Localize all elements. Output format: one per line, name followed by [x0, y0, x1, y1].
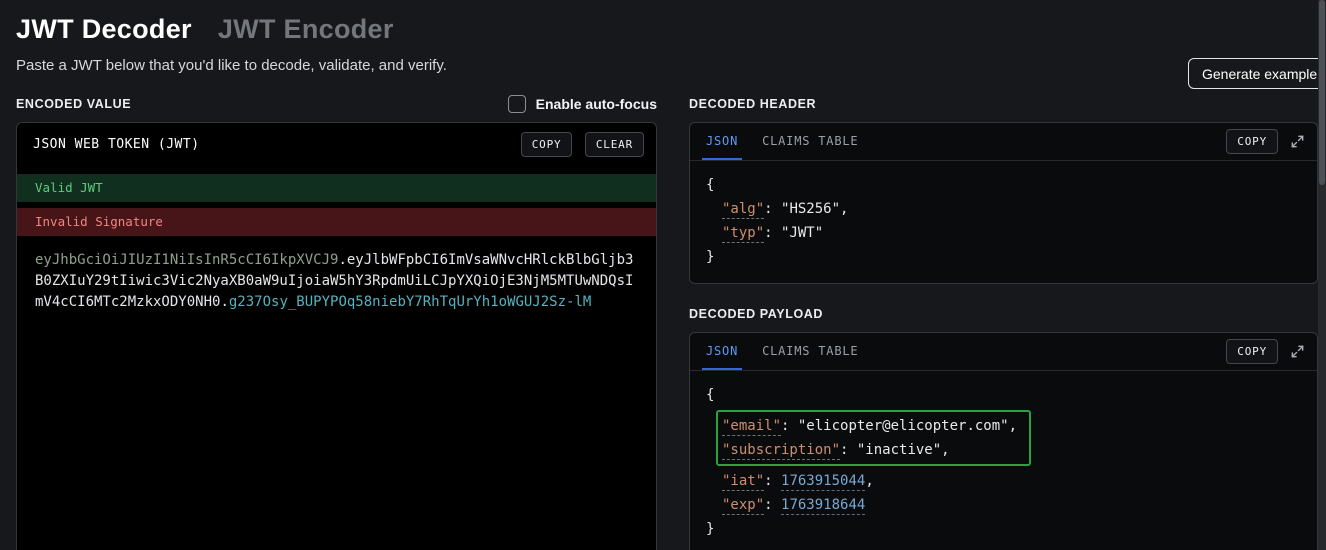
auto-focus-label: Enable auto-focus [535, 96, 657, 112]
decoded-payload-json: { "email": "elicopter@elicopter.com", "s… [690, 371, 1317, 550]
tab-jwt-encoder[interactable]: JWT Encoder [218, 14, 394, 45]
claim-key[interactable]: "subscription" [722, 442, 841, 460]
claim-key[interactable]: "alg" [722, 201, 765, 219]
encoded-value-label: ENCODED VALUE [16, 97, 132, 111]
decoded-header-json: { "alg": "HS256", "typ": "JWT" } [690, 161, 1317, 283]
timestamp-value[interactable]: 1763918644 [781, 497, 866, 515]
claim-key[interactable]: "exp" [722, 497, 765, 515]
valid-jwt-badge: Valid JWT [17, 174, 656, 202]
copy-payload-button[interactable]: COPY [1226, 339, 1278, 364]
claim-iat: "iat": 1763915044, [722, 473, 874, 491]
json-close-brace: } [706, 249, 715, 265]
highlighted-claims-box: "email": "elicopter@elicopter.com", "sub… [716, 410, 1032, 466]
decoded-payload-card: JSON CLAIMS TABLE COPY {"email": "elico… [689, 332, 1318, 550]
tab-header-claims-table[interactable]: CLAIMS TABLE [750, 123, 870, 160]
claim-value: "inactive" [856, 442, 942, 458]
generate-example-button[interactable]: Generate example [1188, 58, 1326, 89]
tab-jwt-decoder[interactable]: JWT Decoder [16, 14, 192, 45]
decoded-header-card: JSON CLAIMS TABLE COPY {"alg": "HS256",… [689, 122, 1318, 284]
claim-exp: "exp": 1763918644 [722, 497, 866, 515]
claim-value: "HS256" [781, 201, 841, 217]
json-open-brace: { [706, 177, 715, 193]
clear-token-button[interactable]: CLEAR [584, 132, 644, 157]
json-close-brace: } [706, 521, 715, 537]
decoded-header-label: DECODED HEADER [689, 97, 817, 111]
claim-value: "elicopter@elicopter.com" [797, 418, 1009, 434]
token-header-segment: eyJhbGciOiJIUzI1NiIsInR5cCI6IkpXVCJ9 [35, 252, 339, 268]
claim-key[interactable]: "email" [722, 418, 782, 436]
claim-email: "email": "elicopter@elicopter.com", [722, 418, 1018, 436]
expand-icon[interactable] [1290, 134, 1305, 149]
token-signature-segment: g237Osy_BUPYPOq58niebY7RhTqUrYh1oWGUJ2Sz… [228, 294, 592, 310]
claim-alg: "alg": "HS256", [722, 201, 849, 219]
invalid-signature-badge: Invalid Signature [17, 208, 656, 236]
scrollbar-thumb[interactable] [1319, 0, 1325, 185]
jwt-token-editor[interactable]: eyJhbGciOiJIUzI1NiIsInR5cCI6IkpXVCJ9.eyJ… [17, 236, 656, 313]
copy-header-button[interactable]: COPY [1226, 129, 1278, 154]
claim-subscription: "subscription": "inactive", [722, 442, 950, 460]
claim-key[interactable]: "typ" [722, 225, 765, 243]
tab-header-json[interactable]: JSON [694, 123, 750, 160]
copy-token-button[interactable]: COPY [520, 132, 573, 157]
tab-payload-json[interactable]: JSON [694, 333, 750, 370]
claim-value: "JWT" [781, 225, 824, 241]
token-dot: . [220, 294, 229, 310]
encoded-token-card: JSON WEB TOKEN (JWT) COPY CLEAR Valid JW… [16, 122, 657, 550]
claim-typ: "typ": "JWT" [722, 225, 824, 243]
claim-key[interactable]: "iat" [722, 473, 765, 491]
app-tabs: JWT Decoder JWT Encoder [16, 14, 1326, 45]
auto-focus-checkbox[interactable] [507, 95, 526, 113]
timestamp-value[interactable]: 1763915044 [781, 473, 866, 491]
token-card-title: JSON WEB TOKEN (JWT) [33, 137, 200, 152]
tab-payload-claims-table[interactable]: CLAIMS TABLE [750, 333, 870, 370]
decoded-payload-label: DECODED PAYLOAD [689, 307, 824, 321]
json-open-brace: { [706, 387, 715, 403]
token-dot: . [338, 252, 347, 268]
page-subtitle: Paste a JWT below that you'd like to dec… [16, 57, 447, 74]
page-scrollbar[interactable] [1318, 0, 1326, 550]
jwt-decoder-page: Generate example JWT Decoder JWT Encoder… [0, 0, 1326, 550]
expand-icon[interactable] [1290, 344, 1305, 359]
